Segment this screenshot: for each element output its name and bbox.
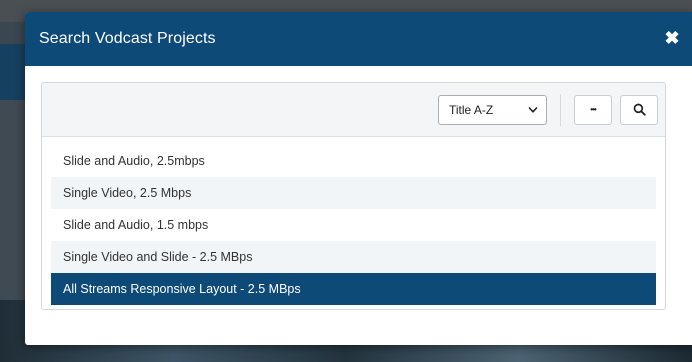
search-projects-modal: Search Vodcast Projects ✖ Title A-Z ••• — [25, 12, 692, 345]
more-options-button[interactable]: ••• — [574, 94, 612, 125]
search-button[interactable] — [620, 94, 658, 125]
results-list: Slide and Audio, 2.5mbps Single Video, 2… — [42, 137, 665, 305]
modal-body: Title A-Z ••• Slide and Audio, 2.5mbps S… — [25, 66, 692, 310]
list-item[interactable]: Single Video and Slide - 2.5 MBps — [51, 241, 656, 273]
close-icon[interactable]: ✖ — [664, 29, 680, 47]
search-icon — [633, 103, 646, 116]
list-item-selected[interactable]: All Streams Responsive Layout - 2.5 MBps — [51, 273, 656, 305]
list-item[interactable]: Slide and Audio, 2.5mbps — [51, 145, 656, 177]
sort-select[interactable]: Title A-Z — [438, 94, 547, 125]
sort-select-value: Title A-Z — [449, 102, 494, 117]
list-item[interactable]: Single Video, 2.5 Mbps — [51, 177, 656, 209]
results-toolbar: Title A-Z ••• — [42, 83, 665, 137]
ellipsis-icon: ••• — [590, 105, 596, 114]
modal-header: Search Vodcast Projects ✖ — [25, 12, 692, 66]
list-item[interactable]: Slide and Audio, 1.5 mbps — [51, 209, 656, 241]
modal-title: Search Vodcast Projects — [39, 30, 216, 47]
toolbar-divider — [560, 93, 561, 126]
chevron-down-icon — [528, 106, 538, 113]
results-panel: Title A-Z ••• Slide and Audio, 2.5mbps S… — [41, 82, 666, 310]
